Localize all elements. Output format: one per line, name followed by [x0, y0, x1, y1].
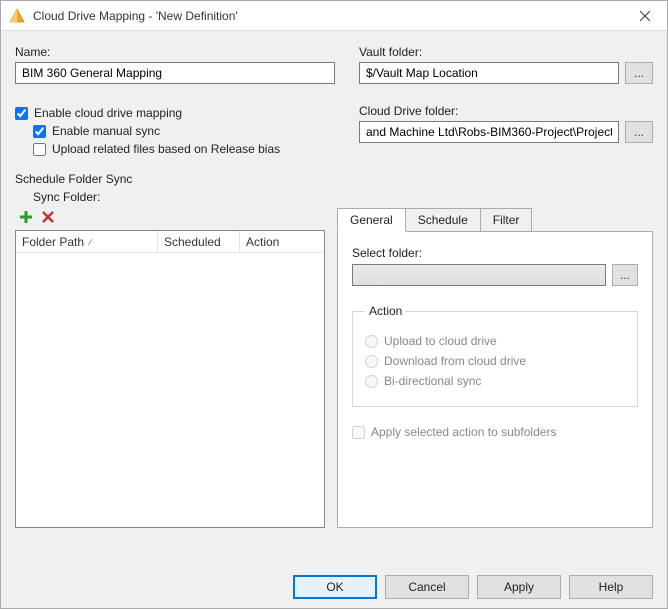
cloud-drive-folder-input[interactable]: [359, 121, 619, 143]
delete-icon: [41, 210, 55, 224]
radio-bidirectional-input[interactable]: [365, 375, 378, 388]
window-title: Cloud Drive Mapping - 'New Definition': [33, 9, 622, 23]
sync-folder-list[interactable]: Folder Path ∕ Scheduled Action: [15, 230, 325, 528]
col-folder-path[interactable]: Folder Path ∕: [16, 231, 158, 252]
tab-schedule[interactable]: Schedule: [405, 208, 481, 232]
close-button[interactable]: [622, 1, 667, 31]
radio-bidirectional[interactable]: Bi-directional sync: [365, 374, 625, 388]
name-input[interactable]: [15, 62, 335, 84]
action-group: Action Upload to cloud drive Download fr…: [352, 304, 638, 407]
enable-mapping-input[interactable]: [15, 107, 28, 120]
sort-asc-icon: ∕: [90, 237, 92, 247]
radio-download-input[interactable]: [365, 355, 378, 368]
title-bar: Cloud Drive Mapping - 'New Definition': [1, 1, 667, 31]
enable-mapping-label: Enable cloud drive mapping: [34, 106, 182, 120]
apply-button[interactable]: Apply: [477, 575, 561, 599]
enable-manual-sync-checkbox[interactable]: Enable manual sync: [33, 124, 335, 138]
tabs: General Schedule Filter: [337, 208, 653, 232]
tab-filter[interactable]: Filter: [480, 208, 533, 232]
col-scheduled[interactable]: Scheduled: [158, 231, 240, 252]
select-folder-input[interactable]: [352, 264, 606, 286]
remove-folder-button[interactable]: [39, 208, 57, 226]
vault-folder-label: Vault folder:: [359, 45, 653, 59]
tab-general[interactable]: General: [337, 208, 406, 232]
add-folder-button[interactable]: [17, 208, 35, 226]
radio-download[interactable]: Download from cloud drive: [365, 354, 625, 368]
plus-icon: [19, 210, 33, 224]
select-folder-browse-button[interactable]: ...: [612, 264, 638, 286]
tab-page-general: Select folder: ... Action Upload to clou…: [337, 231, 653, 528]
upload-related-checkbox[interactable]: Upload related files based on Release bi…: [33, 142, 335, 156]
cloud-drive-folder-browse-button[interactable]: ...: [625, 121, 653, 143]
enable-manual-sync-input[interactable]: [33, 125, 46, 138]
cloud-drive-folder-label: Cloud Drive folder:: [359, 104, 653, 118]
name-label: Name:: [15, 45, 335, 59]
radio-download-label: Download from cloud drive: [384, 354, 526, 368]
apply-subfolders-checkbox[interactable]: Apply selected action to subfolders: [352, 425, 638, 439]
dialog-window: Cloud Drive Mapping - 'New Definition' N…: [0, 0, 668, 609]
list-body: [16, 253, 324, 527]
app-icon: [9, 8, 25, 24]
vault-folder-input[interactable]: [359, 62, 619, 84]
upload-related-label: Upload related files based on Release bi…: [52, 142, 280, 156]
enable-manual-sync-label: Enable manual sync: [52, 124, 160, 138]
vault-folder-browse-button[interactable]: ...: [625, 62, 653, 84]
cancel-button[interactable]: Cancel: [385, 575, 469, 599]
radio-upload[interactable]: Upload to cloud drive: [365, 334, 625, 348]
radio-upload-input[interactable]: [365, 335, 378, 348]
col-action[interactable]: Action: [240, 231, 324, 252]
ok-button[interactable]: OK: [293, 575, 377, 599]
button-bar: OK Cancel Apply Help: [1, 566, 667, 608]
radio-upload-label: Upload to cloud drive: [384, 334, 497, 348]
schedule-section-title: Schedule Folder Sync: [15, 172, 653, 186]
upload-related-input[interactable]: [33, 143, 46, 156]
list-header: Folder Path ∕ Scheduled Action: [16, 231, 324, 253]
dialog-content: Name: Vault folder: ... Enable cloud dri…: [1, 31, 667, 566]
sync-folder-label: Sync Folder:: [33, 190, 653, 204]
apply-subfolders-label: Apply selected action to subfolders: [371, 425, 556, 439]
enable-mapping-checkbox[interactable]: Enable cloud drive mapping: [15, 106, 335, 120]
apply-subfolders-input[interactable]: [352, 426, 365, 439]
action-legend: Action: [365, 304, 406, 318]
select-folder-label: Select folder:: [352, 246, 638, 260]
radio-bidirectional-label: Bi-directional sync: [384, 374, 481, 388]
help-button[interactable]: Help: [569, 575, 653, 599]
close-icon: [640, 11, 650, 21]
